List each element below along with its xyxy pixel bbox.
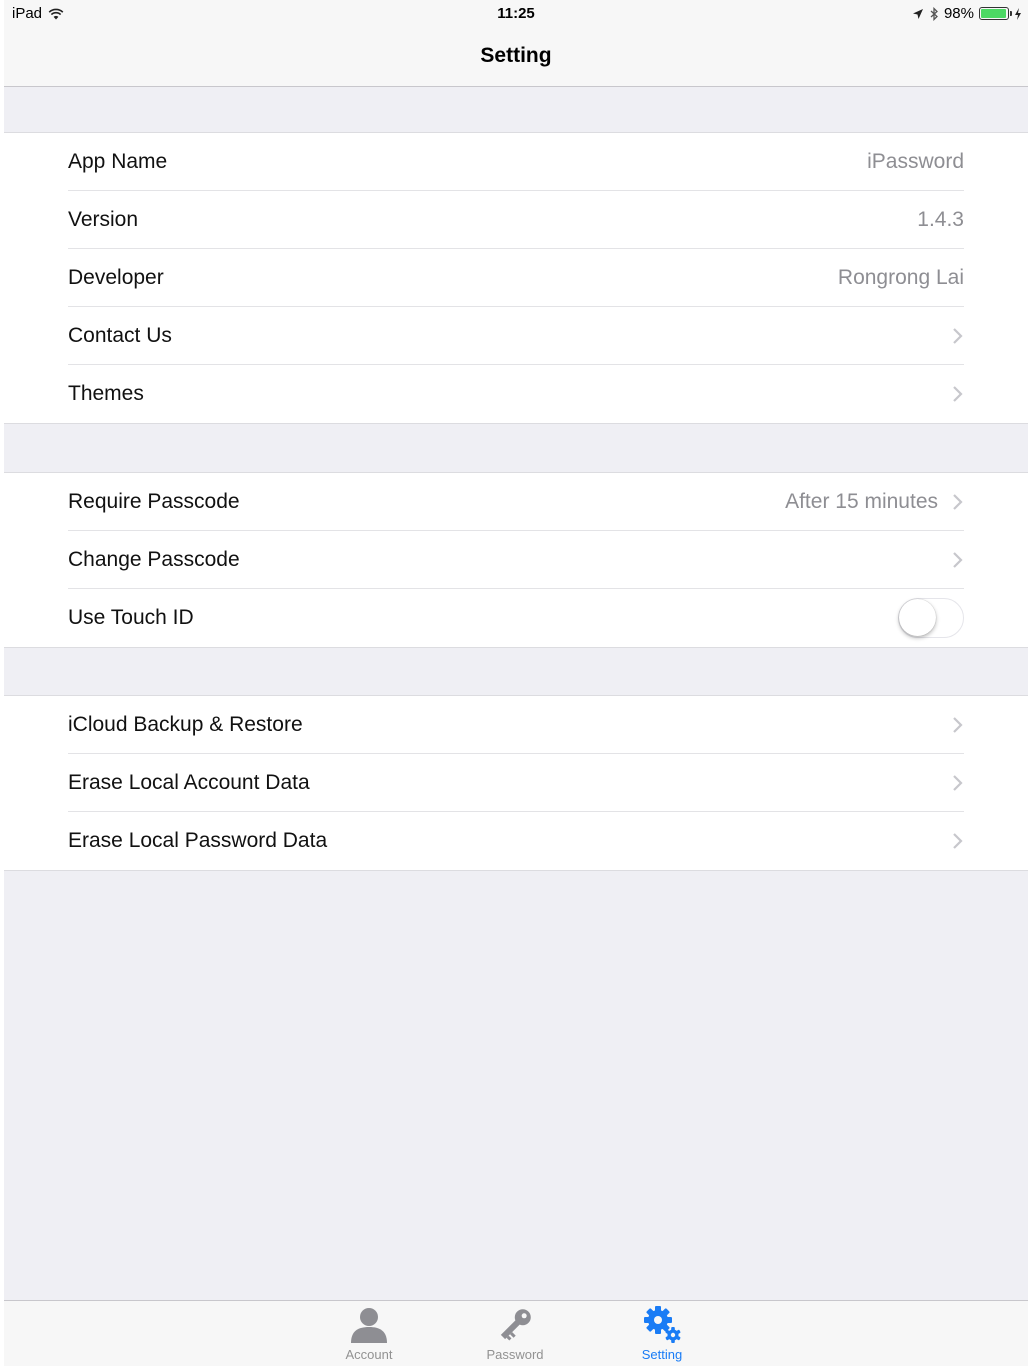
require-passcode-row[interactable]: Require Passcode After 15 minutes xyxy=(68,473,964,531)
app-name-value: iPassword xyxy=(867,149,964,173)
themes-row[interactable]: Themes xyxy=(68,365,964,423)
contact-us-row[interactable]: Contact Us xyxy=(68,307,964,365)
touch-id-toggle[interactable] xyxy=(898,598,964,638)
location-arrow-icon xyxy=(912,8,923,19)
themes-label: Themes xyxy=(68,382,144,405)
battery-icon xyxy=(979,7,1012,20)
status-time: 11:25 xyxy=(497,5,535,22)
tab-password[interactable]: Password xyxy=(465,1305,565,1362)
icloud-backup-row[interactable]: iCloud Backup & Restore xyxy=(68,696,964,754)
toggle-knob xyxy=(899,599,936,636)
tab-bar: Account Password Setting xyxy=(4,1300,1028,1366)
tab-password-label: Password xyxy=(486,1347,544,1362)
app-name-label: App Name xyxy=(68,149,168,173)
change-passcode-row[interactable]: Change Passcode xyxy=(68,531,964,589)
chevron-right-icon xyxy=(953,833,963,849)
touch-id-label: Use Touch ID xyxy=(68,606,194,629)
version-row: Version 1.4.3 xyxy=(68,191,964,249)
data-group: iCloud Backup & Restore Erase Local Acco… xyxy=(4,695,1028,871)
erase-account-label: Erase Local Account Data xyxy=(68,770,310,794)
bluetooth-icon xyxy=(930,6,938,21)
chevron-right-icon xyxy=(953,551,963,568)
tab-account[interactable]: Account xyxy=(319,1305,419,1362)
top-bar: iPad 11:25 98% Setting xyxy=(4,0,1028,87)
require-passcode-label: Require Passcode xyxy=(68,489,240,513)
app-name-row: App Name iPassword xyxy=(68,133,964,191)
battery-percent: 98% xyxy=(943,5,974,22)
version-value: 1.4.3 xyxy=(917,207,964,231)
developer-row: Developer Rongrong Lai xyxy=(68,249,964,307)
touch-id-row: Use Touch ID xyxy=(68,589,964,647)
change-passcode-label: Change Passcode xyxy=(68,547,240,571)
developer-value: Rongrong Lai xyxy=(837,265,964,289)
erase-account-row[interactable]: Erase Local Account Data xyxy=(68,754,964,812)
erase-password-row[interactable]: Erase Local Password Data xyxy=(68,812,964,870)
status-bar: iPad 11:25 98% xyxy=(4,0,1028,28)
tab-setting-label: Setting xyxy=(641,1347,683,1362)
chevron-right-icon xyxy=(953,774,963,791)
erase-password-label: Erase Local Password Data xyxy=(68,829,328,852)
version-label: Version xyxy=(68,207,139,231)
about-group: App Name iPassword Version 1.4.3 Develop… xyxy=(4,132,1028,424)
person-icon xyxy=(351,1308,387,1343)
charging-bolt-icon xyxy=(1015,7,1021,20)
app-frame: iPad 11:25 98% Setting App Name iPasswor… xyxy=(4,0,1028,1366)
require-passcode-value: After 15 minutes xyxy=(785,489,938,513)
icloud-backup-label: iCloud Backup & Restore xyxy=(68,712,303,736)
chevron-right-icon xyxy=(953,493,963,510)
chevron-right-icon xyxy=(953,327,963,344)
chevron-right-icon xyxy=(953,386,963,402)
key-icon xyxy=(500,1309,531,1341)
developer-label: Developer xyxy=(68,265,164,289)
tab-account-label: Account xyxy=(345,1347,393,1362)
chevron-right-icon xyxy=(953,716,963,733)
tab-setting[interactable]: Setting xyxy=(612,1305,712,1362)
status-right: 98% xyxy=(912,5,1022,22)
gears-icon xyxy=(644,1306,681,1343)
page-title: Setting xyxy=(480,44,552,67)
security-group: Require Passcode After 15 minutes Change… xyxy=(4,472,1028,648)
contact-us-label: Contact Us xyxy=(68,323,172,347)
